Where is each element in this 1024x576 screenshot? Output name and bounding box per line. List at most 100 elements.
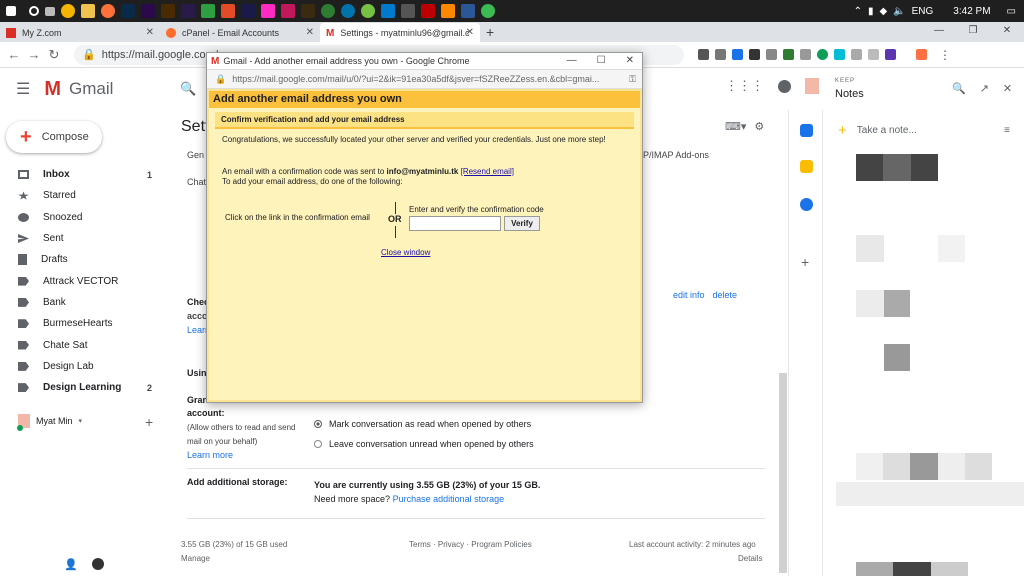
app-icon[interactable] — [281, 4, 295, 18]
back-icon[interactable]: ← — [4, 47, 24, 62]
footer-manage[interactable]: Manage — [181, 554, 210, 563]
mark-read-radio[interactable]: Mark conversation as read when opened by… — [314, 419, 531, 429]
blurred-note[interactable] — [856, 290, 884, 317]
edit-info-link[interactable]: edit info — [673, 290, 705, 300]
chrome-icon[interactable] — [61, 4, 75, 18]
tab-general[interactable]: Gen — [187, 150, 204, 160]
account-avatar[interactable] — [805, 78, 819, 94]
task-view-icon[interactable] — [45, 6, 55, 16]
extension-icon[interactable] — [698, 49, 709, 60]
cortana-icon[interactable] — [29, 6, 39, 16]
hangouts-user[interactable]: Myat Min ▾ — [17, 414, 82, 431]
sidebar-item-starred[interactable]: Starred — [0, 185, 172, 206]
wordpress-icon[interactable] — [341, 4, 355, 18]
sidebar-item-inbox[interactable]: Inbox 1 — [0, 164, 172, 185]
extension-icon[interactable] — [749, 49, 760, 60]
blurred-note[interactable] — [884, 290, 910, 317]
extension-icon[interactable] — [783, 49, 794, 60]
blurred-note[interactable] — [836, 482, 1024, 506]
extension-icon[interactable] — [732, 49, 743, 60]
bridge-icon[interactable] — [301, 4, 315, 18]
cast-icon[interactable] — [715, 49, 726, 60]
reload-icon[interactable]: ↻ — [44, 47, 64, 63]
close-window-link[interactable]: Close window — [381, 248, 430, 257]
purchase-storage-link[interactable]: Purchase additional storage — [393, 494, 505, 504]
dropbox-icon[interactable]: ◆ — [879, 6, 887, 17]
extension-icon[interactable] — [851, 49, 862, 60]
extension-icon[interactable] — [766, 49, 777, 60]
close-window-icon[interactable]: ✕ — [990, 22, 1024, 40]
sidebar-item-design-learning[interactable]: Design Learning 2 — [0, 377, 172, 398]
volume-icon[interactable]: 🔈 — [893, 6, 905, 17]
sidebar-item-design-lab[interactable]: Design Lab — [0, 356, 172, 377]
verify-button[interactable]: Verify — [504, 216, 540, 231]
maximize-icon[interactable]: ❐ — [956, 22, 990, 40]
apps-grid-icon[interactable]: ⋮⋮⋮ — [725, 78, 764, 94]
network-icon[interactable]: ▮ — [868, 6, 874, 17]
firefox-icon[interactable] — [101, 4, 115, 18]
new-tab-button[interactable]: + — [486, 23, 494, 42]
extension-icon[interactable] — [834, 49, 845, 60]
learn-more-link[interactable]: Learn more — [187, 448, 233, 462]
windows-start-icon[interactable] — [6, 6, 16, 16]
confirmation-code-input[interactable] — [409, 216, 501, 231]
notifications-icon[interactable] — [778, 79, 791, 93]
aftereffects-icon[interactable] — [181, 4, 195, 18]
menu-icon[interactable]: ⋮ — [939, 48, 951, 62]
tab-myzcom[interactable]: My Z.com ✕ — [0, 23, 160, 42]
blurred-note[interactable] — [856, 562, 968, 576]
chevron-up-icon[interactable]: ⌃ — [854, 6, 862, 17]
close-tab-icon[interactable]: ✕ — [306, 27, 314, 38]
sidebar-item-drafts[interactable]: Drafts — [0, 249, 172, 270]
language-indicator[interactable]: ENG — [912, 6, 934, 17]
close-icon[interactable]: ✕ — [1003, 82, 1012, 95]
tab-cpanel[interactable]: cPanel - Email Accounts ✕ — [160, 23, 320, 42]
sidebar-item-chate-sat[interactable]: Chate Sat — [0, 334, 172, 355]
blurred-note[interactable] — [856, 154, 938, 181]
app-icon[interactable] — [481, 4, 495, 18]
vlc-icon[interactable] — [441, 4, 455, 18]
tab-chat[interactable]: Chat — [187, 177, 206, 187]
search-icon[interactable]: 🔍 — [180, 81, 196, 97]
calendar-icon[interactable] — [800, 124, 813, 137]
close-tab-icon[interactable]: ✕ — [146, 27, 154, 38]
key-icon[interactable]: ⚿ — [629, 74, 636, 85]
app-icon[interactable] — [361, 4, 375, 18]
premiere-icon[interactable] — [141, 4, 155, 18]
blurred-note[interactable] — [938, 235, 965, 262]
keyboard-icon[interactable]: ⌨▾ — [725, 120, 746, 133]
sidebar-item-attrack-vector[interactable]: Attrack VECTOR — [0, 270, 172, 291]
minimize-icon[interactable]: — — [922, 22, 956, 40]
sidebar-item-snoozed[interactable]: Snoozed — [0, 207, 172, 228]
gear-icon[interactable]: ⚙ — [754, 120, 764, 133]
notification-icon[interactable]: ▭ — [1007, 6, 1016, 17]
close-tab-icon[interactable]: ✕ — [466, 27, 474, 38]
forward-icon[interactable]: → — [24, 47, 44, 62]
keep-icon[interactable] — [800, 160, 813, 173]
close-window-icon[interactable]: ✕ — [626, 55, 634, 66]
illustrator-icon[interactable] — [161, 4, 175, 18]
list-icon[interactable]: ≡ — [1004, 125, 1010, 136]
media-encoder-icon[interactable] — [241, 4, 255, 18]
vscode-icon[interactable] — [381, 4, 395, 18]
gamepad-icon[interactable] — [321, 4, 335, 18]
extension-icon[interactable] — [916, 49, 927, 60]
footer-links[interactable]: Terms · Privacy · Program Policies — [409, 540, 532, 549]
blurred-note[interactable] — [856, 235, 884, 262]
delete-link[interactable]: delete — [713, 290, 738, 300]
add-addon-icon[interactable]: + — [801, 254, 809, 270]
sidebar-item-sent[interactable]: Sent — [0, 228, 172, 249]
take-note-input[interactable]: + Take a note... ≡ — [838, 122, 1010, 139]
sidebar-item-bank[interactable]: Bank — [0, 292, 172, 313]
tab-settings[interactable]: M Settings - myatminlu96@gmail.c ✕ — [320, 23, 480, 42]
app-icon[interactable] — [461, 4, 475, 18]
resend-email-link[interactable]: [Resend email] — [461, 167, 514, 176]
search-icon[interactable]: 🔍 — [952, 82, 966, 95]
settings-tabs-right[interactable]: OP/IMAP Add-ons — [636, 150, 709, 160]
xd-icon[interactable] — [261, 4, 275, 18]
app-icon[interactable] — [221, 4, 235, 18]
main-menu-icon[interactable]: ☰ — [16, 79, 30, 99]
maximize-icon[interactable]: ☐ — [597, 55, 606, 66]
photoshop-icon[interactable] — [121, 4, 135, 18]
person-icon[interactable]: 👤 — [64, 558, 78, 571]
